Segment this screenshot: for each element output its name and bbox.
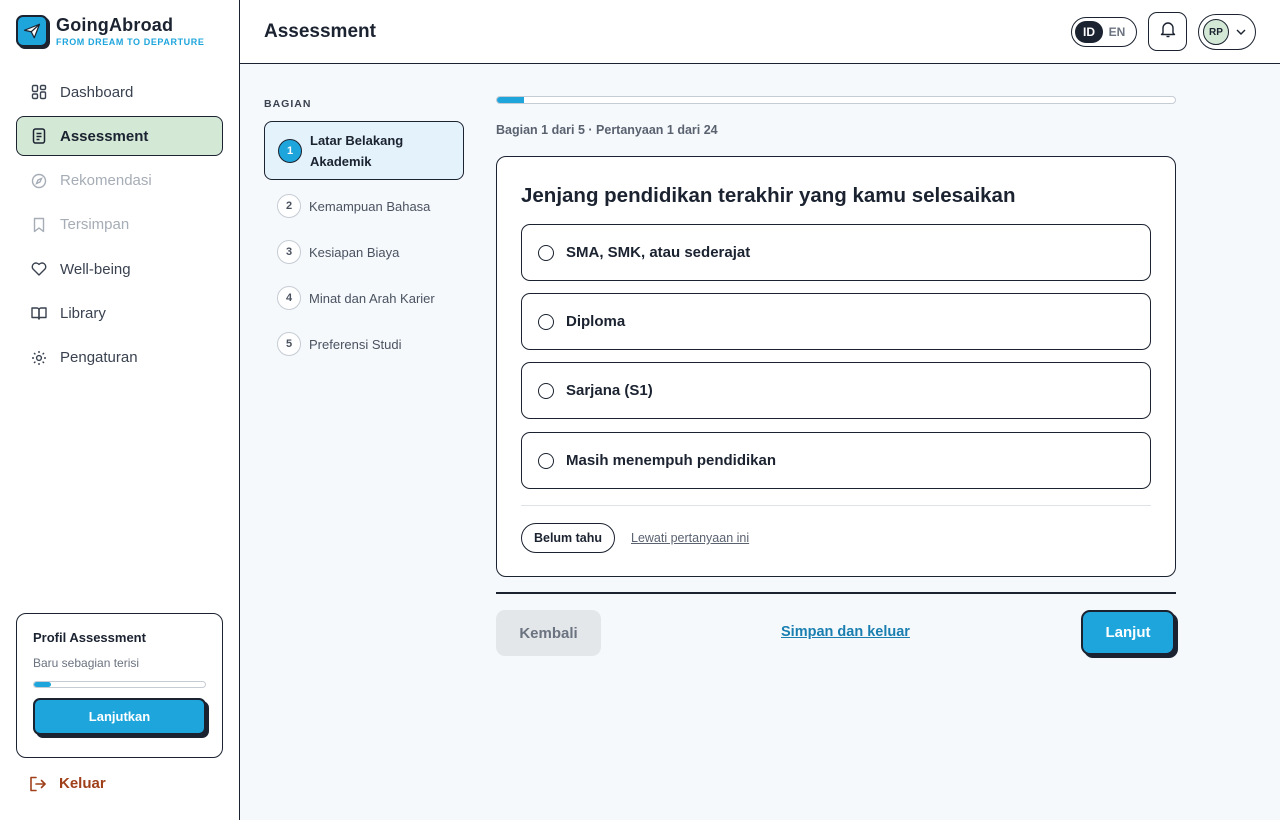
section-step-2[interactable]: 2 Kemampuan Bahasa — [264, 183, 464, 229]
profile-card-status: Baru sebagian terisi — [33, 656, 140, 670]
step-label: Latar Belakang Akademik — [310, 132, 404, 169]
top-header: Assessment ID EN RP — [240, 0, 1280, 64]
brand-name: GoingAbroad — [56, 14, 174, 35]
sidebar-item-label: Dashboard — [60, 83, 134, 101]
profile-progress-bar — [33, 681, 206, 688]
document-icon — [31, 128, 47, 145]
section-step-1[interactable]: 1 Latar Belakang Akademik — [264, 121, 464, 180]
back-button[interactable]: Kembali — [496, 610, 601, 656]
assessment-progress-fill — [497, 97, 525, 103]
lang-option-id[interactable]: ID — [1075, 21, 1103, 43]
logout-button[interactable]: Keluar — [29, 775, 106, 792]
sidebar-item-label: Library — [60, 304, 106, 322]
sidebar-nav: Dashboard Assessment Rekomendasi Tersimp… — [16, 72, 223, 382]
bell-icon — [1160, 21, 1176, 43]
sidebar-item-label: Tersimpan — [60, 216, 130, 234]
step-number: 2 — [277, 194, 301, 218]
book-icon — [31, 305, 47, 321]
answer-option-label: Masih menempuh pendidikan — [566, 452, 777, 469]
assessment-progress-bar — [496, 96, 1176, 104]
compass-icon — [31, 173, 47, 189]
sidebar-item-tersimpan[interactable]: Tersimpan — [16, 205, 223, 245]
section-stepper: 1 Latar Belakang Akademik 2 Kemampuan Ba… — [264, 121, 464, 367]
sidebar-item-label: Pengaturan — [60, 349, 138, 367]
sidebar-item-label: Rekomendasi — [60, 172, 152, 190]
profile-assessment-card: Profil Assessment Baru sebagian terisi L… — [16, 613, 223, 758]
sidebar-item-library[interactable]: Library — [16, 293, 223, 333]
next-button[interactable]: Lanjut — [1081, 610, 1175, 655]
logout-icon — [29, 776, 47, 792]
section-step-4[interactable]: 4 Minat dan Arah Karier — [264, 275, 464, 321]
radio-button[interactable] — [538, 313, 554, 330]
profile-progress-fill — [34, 682, 52, 687]
grid-icon — [31, 84, 47, 100]
brand-tagline: FROM DREAM TO DEPARTURE — [56, 36, 205, 47]
sidebar: GoingAbroad FROM DREAM TO DEPARTURE Dash… — [0, 0, 240, 820]
progress-text: Bagian 1 dari 5 · Pertanyaan 1 dari 24 — [496, 123, 718, 137]
lang-option-en[interactable]: EN — [1103, 21, 1131, 43]
step-number: 3 — [277, 240, 301, 264]
unsure-button[interactable]: Belum tahu — [521, 523, 615, 553]
sidebar-item-label: Assessment — [60, 127, 149, 145]
chevron-down-icon — [1236, 29, 1246, 35]
save-and-exit-link[interactable]: Simpan dan keluar — [781, 624, 910, 640]
divider — [521, 505, 1151, 506]
gear-icon — [31, 350, 47, 366]
radio-button[interactable] — [538, 244, 554, 261]
sidebar-item-assessment[interactable]: Assessment — [16, 116, 223, 157]
sidebar-item-rekomendasi[interactable]: Rekomendasi — [16, 161, 223, 201]
step-label: Kesiapan Biaya — [309, 244, 400, 260]
sidebar-item-label: Well-being — [60, 260, 131, 278]
sections-heading: BAGIAN — [264, 98, 312, 110]
step-label: Minat dan Arah Karier — [309, 290, 435, 306]
step-label: Kemampuan Bahasa — [309, 198, 431, 214]
step-number: 1 — [278, 138, 302, 163]
brand[interactable]: GoingAbroad FROM DREAM TO DEPARTURE — [16, 15, 204, 47]
answer-option[interactable]: Sarjana (S1) — [521, 362, 1151, 419]
page-title: Assessment — [264, 21, 376, 42]
sidebar-item-dashboard[interactable]: Dashboard — [16, 72, 223, 112]
step-label: Preferensi Studi — [309, 336, 402, 352]
user-menu[interactable]: RP — [1198, 14, 1256, 50]
divider — [496, 592, 1176, 594]
radio-button[interactable] — [538, 452, 554, 469]
answer-option-label: Diploma — [566, 313, 626, 330]
bookmark-icon — [31, 217, 47, 233]
answer-option[interactable]: Diploma — [521, 293, 1151, 350]
section-step-3[interactable]: 3 Kesiapan Biaya — [264, 229, 464, 275]
continue-button[interactable]: Lanjutkan — [33, 698, 206, 735]
answer-option-label: Sarjana (S1) — [566, 382, 653, 399]
section-step-5[interactable]: 5 Preferensi Studi — [264, 321, 464, 367]
profile-card-title: Profil Assessment — [33, 630, 146, 645]
notifications-button[interactable] — [1148, 12, 1187, 51]
question-card: Jenjang pendidikan terakhir yang kamu se… — [496, 156, 1176, 577]
radio-button[interactable] — [538, 382, 554, 399]
skip-question-link[interactable]: Lewati pertanyaan ini — [631, 531, 749, 545]
answer-option[interactable]: Masih menempuh pendidikan — [521, 432, 1151, 489]
logout-label: Keluar — [59, 775, 106, 792]
language-toggle[interactable]: ID EN — [1071, 17, 1137, 47]
heart-icon — [31, 261, 47, 277]
sidebar-item-well-being[interactable]: Well-being — [16, 249, 223, 289]
step-number: 5 — [277, 332, 301, 356]
paper-plane-icon — [16, 15, 48, 47]
avatar: RP — [1203, 19, 1229, 45]
question-title: Jenjang pendidikan terakhir yang kamu se… — [521, 184, 1016, 207]
step-number: 4 — [277, 286, 301, 310]
answer-option[interactable]: SMA, SMK, atau sederajat — [521, 224, 1151, 281]
answer-option-label: SMA, SMK, atau sederajat — [566, 244, 751, 261]
sidebar-item-pengaturan[interactable]: Pengaturan — [16, 338, 223, 378]
